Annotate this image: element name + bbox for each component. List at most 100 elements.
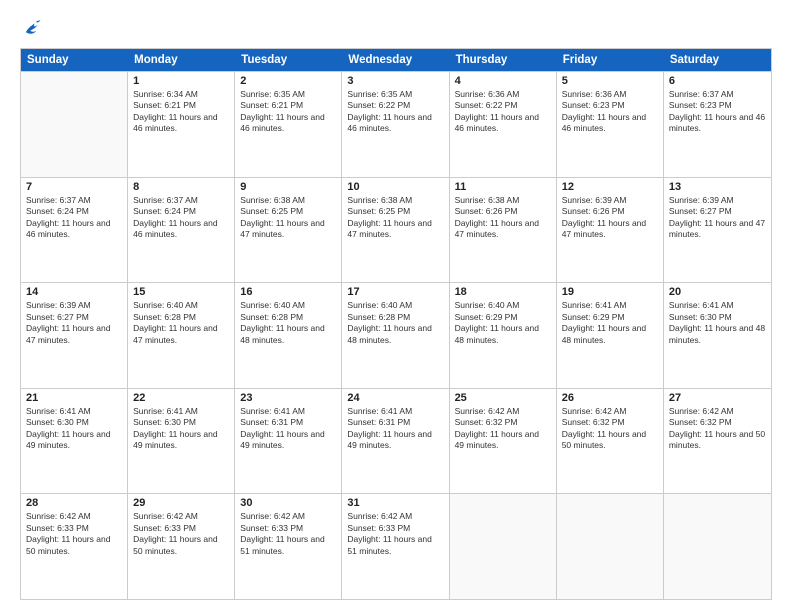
logo — [20, 16, 46, 38]
day-info: Sunrise: 6:39 AMSunset: 6:27 PMDaylight:… — [669, 195, 766, 241]
cal-cell-w3-d6: 19 Sunrise: 6:41 AMSunset: 6:29 PMDayligh… — [557, 283, 664, 388]
day-number: 17 — [347, 286, 443, 298]
day-number: 6 — [669, 75, 766, 87]
cal-cell-w4-d2: 22Sunrise: 6:41 AMSunset: 6:30 PMDayligh… — [128, 389, 235, 494]
day-number: 14 — [26, 286, 122, 298]
day-number: 31 — [347, 497, 443, 509]
day-info: Sunrise: 6:38 AMSunset: 6:25 PMDaylight:… — [240, 195, 336, 241]
week-row-4: 21 Sunrise: 6:41 AMSunset: 6:30 PMDayligh… — [21, 388, 771, 494]
day-info: Sunrise: 6:42 AMSunset: 6:32 PMDaylight:… — [455, 406, 551, 452]
day-number: 19 — [562, 286, 658, 298]
day-number: 29 — [133, 497, 229, 509]
day-number: 28 — [26, 497, 122, 509]
day-number: 3 — [347, 75, 443, 87]
cal-cell-w4-d5: 25 Sunrise: 6:42 AMSunset: 6:32 PMDayligh… — [450, 389, 557, 494]
day-info: Sunrise: 6:41 AMSunset: 6:30 PMDaylight:… — [26, 406, 122, 452]
cal-cell-w2-d6: 12 Sunrise: 6:39 AMSunset: 6:26 PMDayligh… — [557, 178, 664, 283]
cal-cell-w3-d2: 15 Sunrise: 6:40 AMSunset: 6:28 PMDayligh… — [128, 283, 235, 388]
cal-cell-w4-d3: 23Sunrise: 6:41 AMSunset: 6:31 PMDayligh… — [235, 389, 342, 494]
day-info: Sunrise: 6:41 AMSunset: 6:31 PMDaylight:… — [347, 406, 443, 452]
cal-cell-w2-d5: 11 Sunrise: 6:38 AMSunset: 6:26 PMDayligh… — [450, 178, 557, 283]
day-number: 12 — [562, 181, 658, 193]
day-number: 15 — [133, 286, 229, 298]
day-info: Sunrise: 6:34 AMSunset: 6:21 PMDaylight:… — [133, 89, 229, 135]
cal-cell-w4-d6: 26 Sunrise: 6:42 AMSunset: 6:32 PMDayligh… — [557, 389, 664, 494]
day-number: 25 — [455, 392, 551, 404]
day-number: 9 — [240, 181, 336, 193]
day-number: 13 — [669, 181, 766, 193]
page: SundayMondayTuesdayWednesdayThursdayFrid… — [0, 0, 792, 612]
day-info: Sunrise: 6:42 AMSunset: 6:33 PMDaylight:… — [133, 511, 229, 557]
day-info: Sunrise: 6:37 AMSunset: 6:24 PMDaylight:… — [133, 195, 229, 241]
cal-cell-w2-d3: 9 Sunrise: 6:38 AMSunset: 6:25 PMDaylight… — [235, 178, 342, 283]
day-info: Sunrise: 6:41 AMSunset: 6:30 PMDaylight:… — [133, 406, 229, 452]
day-info: Sunrise: 6:42 AMSunset: 6:33 PMDaylight:… — [240, 511, 336, 557]
week-row-2: 7 Sunrise: 6:37 AMSunset: 6:24 PMDaylight… — [21, 177, 771, 283]
day-info: Sunrise: 6:40 AMSunset: 6:28 PMDaylight:… — [240, 300, 336, 346]
cal-cell-w5-d2: 29 Sunrise: 6:42 AMSunset: 6:33 PMDayligh… — [128, 494, 235, 599]
day-number: 2 — [240, 75, 336, 87]
cal-cell-w5-d5 — [450, 494, 557, 599]
cal-cell-w1-d1 — [21, 72, 128, 177]
day-info: Sunrise: 6:38 AMSunset: 6:25 PMDaylight:… — [347, 195, 443, 241]
calendar-body: 1 Sunrise: 6:34 AMSunset: 6:21 PMDaylight… — [21, 71, 771, 599]
day-info: Sunrise: 6:40 AMSunset: 6:28 PMDaylight:… — [133, 300, 229, 346]
day-number: 30 — [240, 497, 336, 509]
day-info: Sunrise: 6:42 AMSunset: 6:32 PMDaylight:… — [562, 406, 658, 452]
header-day-saturday: Saturday — [664, 49, 771, 71]
day-info: Sunrise: 6:37 AMSunset: 6:24 PMDaylight:… — [26, 195, 122, 241]
week-row-5: 28 Sunrise: 6:42 AMSunset: 6:33 PMDayligh… — [21, 493, 771, 599]
day-number: 1 — [133, 75, 229, 87]
header-day-tuesday: Tuesday — [235, 49, 342, 71]
cal-cell-w1-d6: 5 Sunrise: 6:36 AMSunset: 6:23 PMDaylight… — [557, 72, 664, 177]
day-info: Sunrise: 6:40 AMSunset: 6:28 PMDaylight:… — [347, 300, 443, 346]
day-number: 5 — [562, 75, 658, 87]
day-info: Sunrise: 6:36 AMSunset: 6:23 PMDaylight:… — [562, 89, 658, 135]
header-day-sunday: Sunday — [21, 49, 128, 71]
cal-cell-w1-d2: 1 Sunrise: 6:34 AMSunset: 6:21 PMDaylight… — [128, 72, 235, 177]
cal-cell-w1-d5: 4 Sunrise: 6:36 AMSunset: 6:22 PMDaylight… — [450, 72, 557, 177]
week-row-3: 14Sunrise: 6:39 AMSunset: 6:27 PMDayligh… — [21, 282, 771, 388]
day-info: Sunrise: 6:39 AMSunset: 6:26 PMDaylight:… — [562, 195, 658, 241]
cal-cell-w4-d7: 27Sunrise: 6:42 AMSunset: 6:32 PMDayligh… — [664, 389, 771, 494]
cal-cell-w1-d7: 6 Sunrise: 6:37 AMSunset: 6:23 PMDaylight… — [664, 72, 771, 177]
header-day-thursday: Thursday — [450, 49, 557, 71]
day-info: Sunrise: 6:37 AMSunset: 6:23 PMDaylight:… — [669, 89, 766, 135]
day-number: 8 — [133, 181, 229, 193]
cal-cell-w2-d4: 10 Sunrise: 6:38 AMSunset: 6:25 PMDayligh… — [342, 178, 449, 283]
cal-cell-w5-d3: 30 Sunrise: 6:42 AMSunset: 6:33 PMDayligh… — [235, 494, 342, 599]
cal-cell-w5-d7 — [664, 494, 771, 599]
day-info: Sunrise: 6:41 AMSunset: 6:30 PMDaylight:… — [669, 300, 766, 346]
header-day-friday: Friday — [557, 49, 664, 71]
day-info: Sunrise: 6:35 AMSunset: 6:21 PMDaylight:… — [240, 89, 336, 135]
week-row-1: 1 Sunrise: 6:34 AMSunset: 6:21 PMDaylight… — [21, 71, 771, 177]
day-number: 26 — [562, 392, 658, 404]
day-number: 7 — [26, 181, 122, 193]
day-info: Sunrise: 6:41 AMSunset: 6:29 PMDaylight:… — [562, 300, 658, 346]
day-number: 16 — [240, 286, 336, 298]
header-day-wednesday: Wednesday — [342, 49, 449, 71]
day-info: Sunrise: 6:38 AMSunset: 6:26 PMDaylight:… — [455, 195, 551, 241]
calendar: SundayMondayTuesdayWednesdayThursdayFrid… — [20, 48, 772, 600]
day-number: 24 — [347, 392, 443, 404]
cal-cell-w2-d7: 13 Sunrise: 6:39 AMSunset: 6:27 PMDayligh… — [664, 178, 771, 283]
cal-cell-w4-d1: 21 Sunrise: 6:41 AMSunset: 6:30 PMDayligh… — [21, 389, 128, 494]
cal-cell-w3-d1: 14Sunrise: 6:39 AMSunset: 6:27 PMDayligh… — [21, 283, 128, 388]
day-info: Sunrise: 6:42 AMSunset: 6:33 PMDaylight:… — [26, 511, 122, 557]
day-number: 11 — [455, 181, 551, 193]
day-info: Sunrise: 6:36 AMSunset: 6:22 PMDaylight:… — [455, 89, 551, 135]
day-info: Sunrise: 6:42 AMSunset: 6:32 PMDaylight:… — [669, 406, 766, 452]
cal-cell-w2-d2: 8 Sunrise: 6:37 AMSunset: 6:24 PMDaylight… — [128, 178, 235, 283]
day-info: Sunrise: 6:35 AMSunset: 6:22 PMDaylight:… — [347, 89, 443, 135]
cal-cell-w3-d4: 17 Sunrise: 6:40 AMSunset: 6:28 PMDayligh… — [342, 283, 449, 388]
header — [20, 16, 772, 38]
day-number: 23 — [240, 392, 336, 404]
day-number: 4 — [455, 75, 551, 87]
cal-cell-w5-d6 — [557, 494, 664, 599]
cal-cell-w5-d4: 31 Sunrise: 6:42 AMSunset: 6:33 PMDayligh… — [342, 494, 449, 599]
day-number: 10 — [347, 181, 443, 193]
header-day-monday: Monday — [128, 49, 235, 71]
cal-cell-w3-d7: 20Sunrise: 6:41 AMSunset: 6:30 PMDayligh… — [664, 283, 771, 388]
day-info: Sunrise: 6:42 AMSunset: 6:33 PMDaylight:… — [347, 511, 443, 557]
day-number: 21 — [26, 392, 122, 404]
